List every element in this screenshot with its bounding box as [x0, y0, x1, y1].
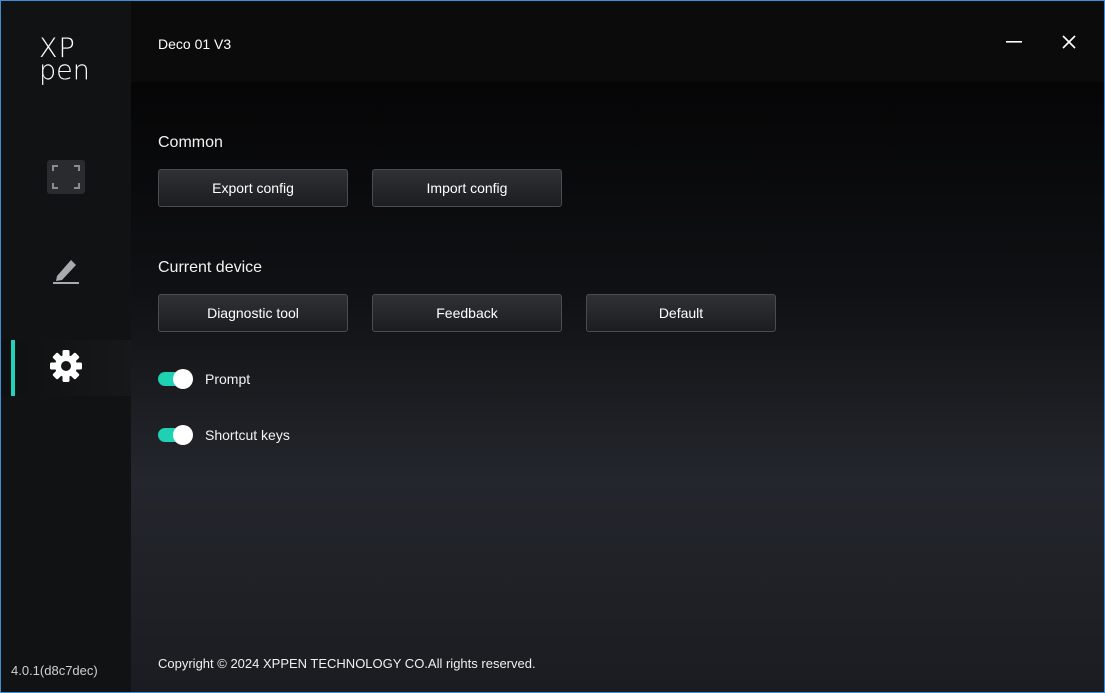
version-label: 4.0.1(d8c7dec): [11, 663, 98, 678]
toggle-knob: [173, 369, 193, 389]
minimize-button[interactable]: [999, 29, 1029, 59]
pen-icon: [49, 252, 83, 291]
sidebar-item-settings[interactable]: [1, 340, 131, 396]
device-title: Deco 01 V3: [158, 36, 232, 52]
prompt-toggle[interactable]: [158, 369, 193, 389]
shortcut-keys-setting: Shortcut keys: [158, 424, 290, 446]
sidebar-item-work-area[interactable]: [1, 151, 131, 207]
active-indicator: [11, 340, 15, 396]
gear-icon: [48, 348, 84, 389]
copyright-text: Copyright © 2024 XPPEN TECHNOLOGY CO.All…: [158, 656, 536, 671]
toggle-knob: [173, 425, 193, 445]
import-config-button[interactable]: Import config: [372, 169, 562, 207]
close-button[interactable]: [1054, 29, 1084, 59]
settings-panel: Common Export config Import config Curre…: [131, 82, 1104, 692]
prompt-label: Prompt: [205, 371, 251, 387]
prompt-setting: Prompt: [158, 368, 250, 390]
feedback-button[interactable]: Feedback: [372, 294, 562, 332]
default-button[interactable]: Default: [586, 294, 776, 332]
diagnostic-tool-button[interactable]: Diagnostic tool: [158, 294, 348, 332]
close-icon: [1061, 34, 1077, 55]
shortcut-keys-label: Shortcut keys: [205, 427, 290, 443]
shortcut-keys-toggle[interactable]: [158, 425, 193, 445]
minimize-icon: [1005, 33, 1023, 56]
export-config-button[interactable]: Export config: [158, 169, 348, 207]
common-heading: Common: [158, 134, 223, 151]
title-bar: Deco 01 V3: [131, 1, 1104, 82]
app-window: XP pen 4.0.1(d8c7dec) Deco 01 V3 Common …: [0, 0, 1105, 693]
sidebar-item-pen[interactable]: [1, 243, 131, 299]
xppen-logo: XP pen: [39, 35, 99, 95]
sidebar: XP pen 4.0.1(d8c7dec): [1, 1, 131, 692]
logo-line-2: pen: [39, 55, 90, 86]
screen-frame-icon: [46, 159, 86, 200]
current-device-heading: Current device: [158, 259, 263, 276]
